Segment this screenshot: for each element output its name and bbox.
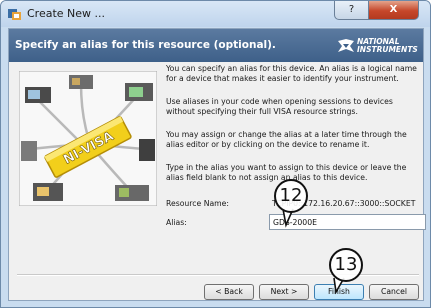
title-bar[interactable]: Create New ... ? X [1, 1, 430, 27]
window-title: Create New ... [27, 7, 106, 20]
callout-12: 12 [274, 179, 308, 213]
logo-text: NATIONAL INSTRUMENTS [357, 38, 418, 54]
app-icon [8, 9, 21, 20]
ni-visa-illustration: NI-VISA [19, 71, 157, 206]
callout-13: 13 [329, 248, 363, 282]
dialog-window: Create New ... ? X Specify an alias for … [0, 0, 431, 308]
next-button[interactable]: Next > [259, 284, 309, 300]
ni-logo: NATIONAL INSTRUMENTS [337, 37, 418, 55]
close-button[interactable]: X [368, 1, 419, 20]
usage-paragraph: Use aliases in your code when opening se… [166, 97, 393, 116]
back-button[interactable]: < Back [204, 284, 254, 300]
ni-eagle-icon [338, 39, 354, 52]
rename-paragraph: You may assign or change the alias at a … [166, 130, 407, 149]
wizard-banner: Specify an alias for this resource (opti… [9, 29, 423, 62]
alias-label: Alias: [166, 218, 187, 227]
help-button[interactable]: ? [334, 1, 369, 20]
resource-name-label: Resource Name: [166, 199, 229, 208]
banner-title: Specify an alias for this resource (opti… [15, 39, 276, 51]
intro-paragraph: You can specify an alias for this device… [166, 64, 417, 83]
cancel-button[interactable]: Cancel [369, 284, 419, 300]
logo-line-instruments: INSTRUMENTS [357, 45, 418, 54]
